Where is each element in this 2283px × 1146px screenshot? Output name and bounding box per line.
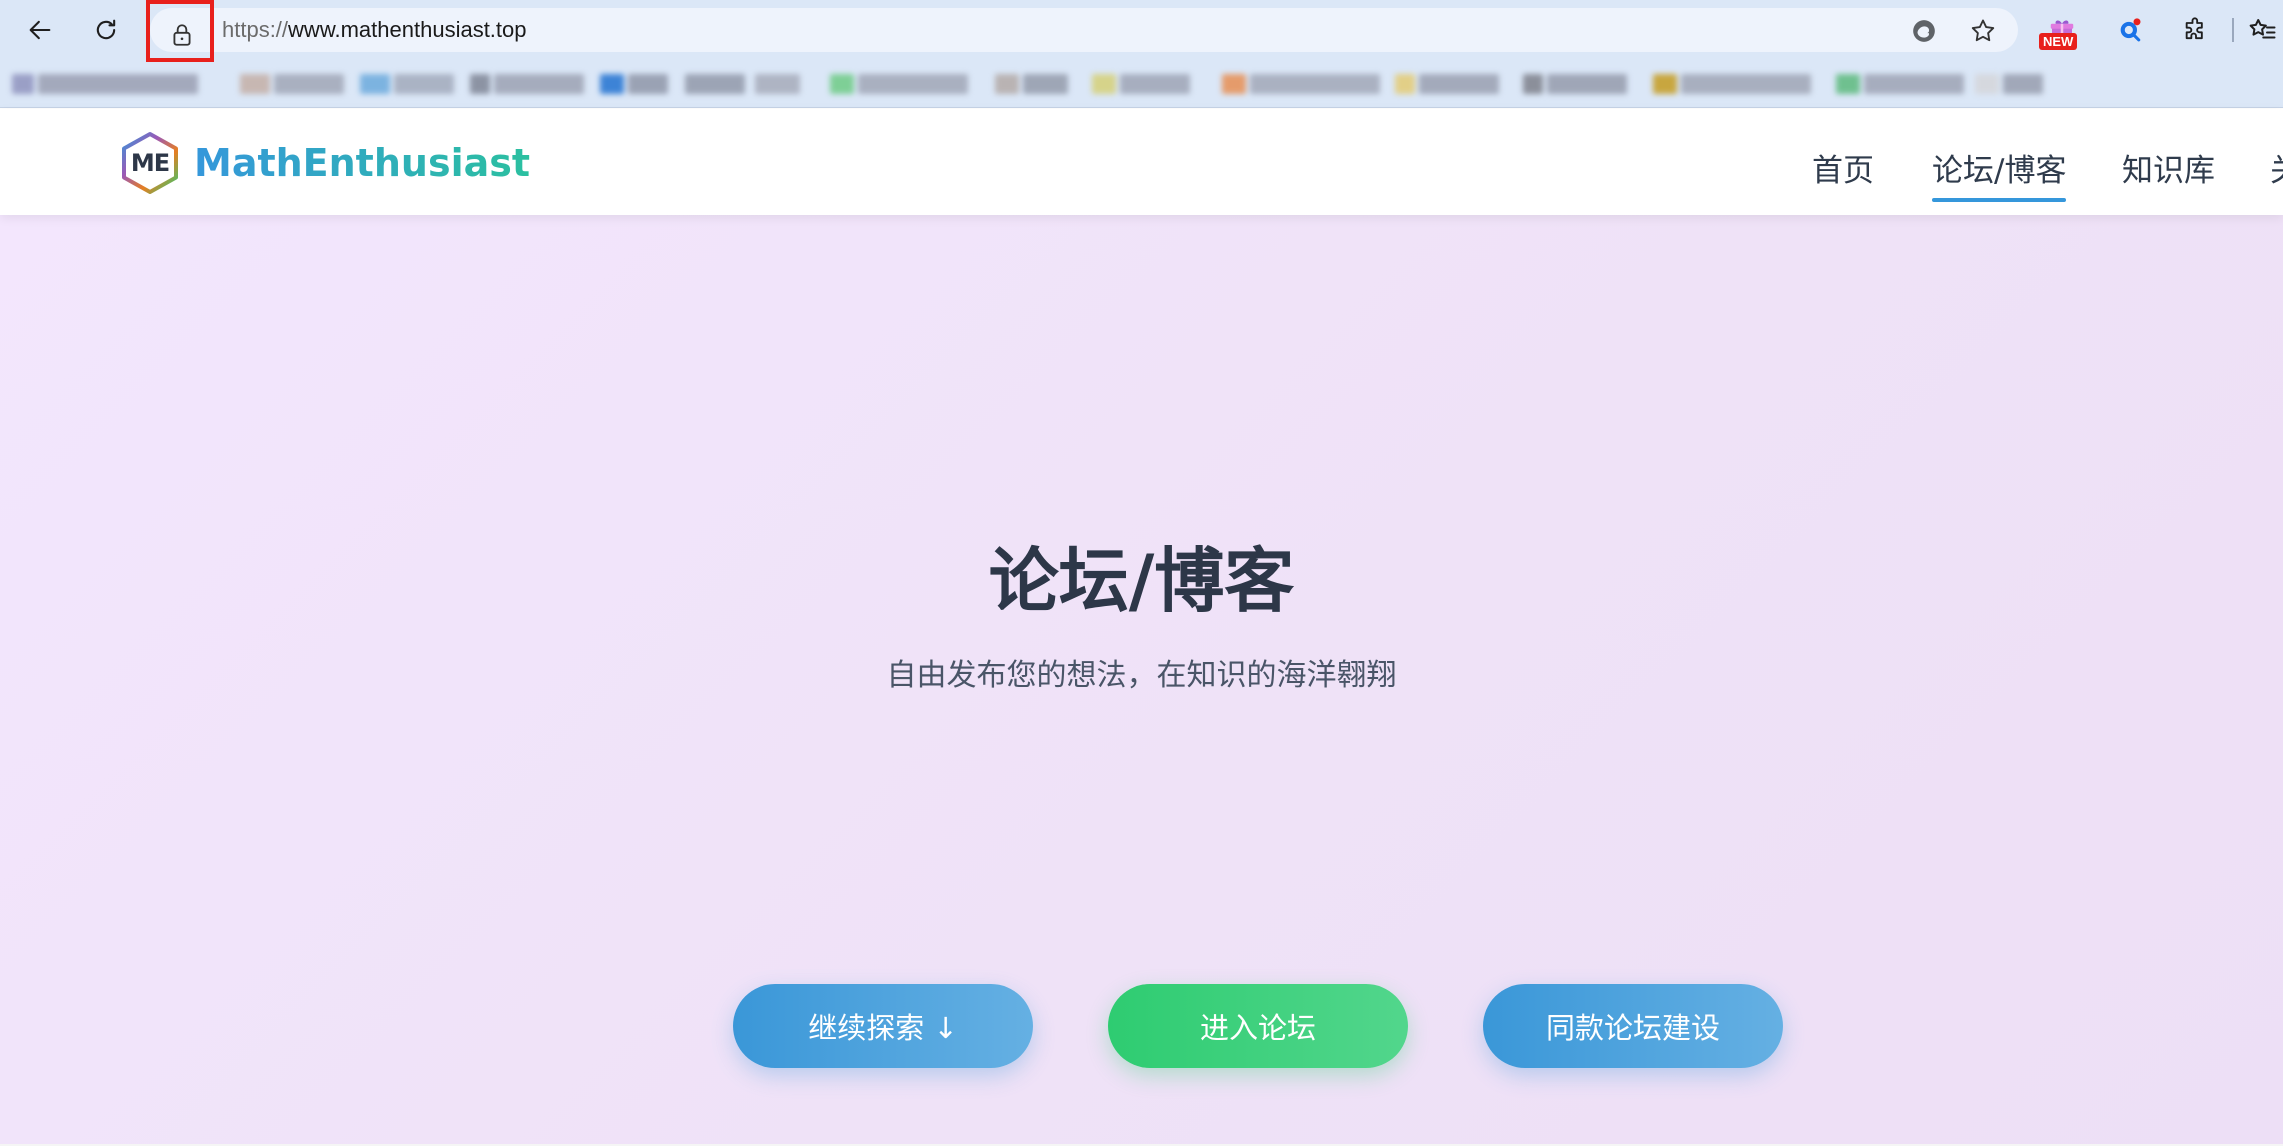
search-extension-button[interactable] — [2108, 8, 2152, 52]
back-button[interactable] — [18, 8, 62, 52]
bookmark-item[interactable] — [1523, 70, 1627, 98]
search-extension-icon — [2120, 18, 2141, 42]
site-info-button[interactable] — [150, 5, 214, 65]
url-host: www.mathenthusiast.top — [288, 17, 527, 42]
favorite-button[interactable] — [1966, 14, 2000, 48]
toolbar-divider — [2232, 18, 2234, 42]
bookmark-item[interactable] — [1653, 70, 1811, 98]
reload-icon — [96, 19, 116, 40]
forum-build-button[interactable]: 同款论坛建设 — [1483, 984, 1783, 1068]
page-title: 论坛/博客 — [988, 540, 1295, 622]
bookmark-item[interactable] — [755, 70, 800, 98]
address-bar[interactable]: https://www.mathenthusiast.top — [150, 8, 2018, 52]
bookmark-item[interactable] — [685, 70, 745, 98]
continue-explore-button[interactable]: 继续探索 ↓ — [733, 984, 1033, 1068]
site-header: ME MathEnthusiast 首页 论坛/博客 知识库 关 — [0, 109, 2283, 215]
bookmark-item[interactable] — [1092, 70, 1190, 98]
page-subtitle: 自由发布您的想法，在知识的海洋翱翔 — [886, 658, 1397, 693]
browser-toolbar: https://www.mathenthusiast.top NEW — [0, 0, 2283, 62]
nav-item-forum-blog[interactable]: 论坛/博客 — [1932, 145, 2067, 202]
reload-button[interactable] — [84, 8, 128, 52]
bookmark-item[interactable] — [600, 70, 668, 98]
bookmark-item[interactable] — [995, 70, 1068, 98]
read-aloud-button[interactable] — [1907, 14, 1941, 48]
bookmark-item[interactable] — [360, 70, 454, 98]
bookmarks-bar — [0, 60, 2283, 108]
bookmark-item[interactable] — [1836, 70, 1964, 98]
url-protocol: https:// — [222, 17, 289, 42]
puzzle-icon — [2185, 17, 2203, 40]
favorites-list-icon — [2249, 19, 2276, 39]
logo-mark: ME — [130, 149, 170, 177]
bookmark-item[interactable] — [1975, 70, 2043, 98]
bookmark-item[interactable] — [1222, 70, 1380, 98]
bookmark-item[interactable] — [240, 70, 344, 98]
edge-read-icon — [1913, 20, 1935, 42]
nav-item-knowledge-base[interactable]: 知识库 — [2122, 145, 2215, 190]
extensions-button[interactable] — [2174, 8, 2218, 52]
bookmark-item[interactable] — [12, 70, 198, 98]
enter-forum-button[interactable]: 进入论坛 — [1108, 984, 1408, 1068]
bookmark-item[interactable] — [470, 70, 584, 98]
new-badge: NEW — [2039, 33, 2078, 50]
nav-item-home[interactable]: 首页 — [1812, 145, 1874, 190]
url-text[interactable]: https://www.mathenthusiast.top — [222, 8, 527, 52]
site-logo[interactable]: ME MathEnthusiast — [120, 131, 530, 195]
back-arrow-icon — [29, 20, 51, 40]
bookmark-item[interactable] — [830, 70, 968, 98]
logo-text: MathEnthusiast — [194, 141, 531, 185]
lock-icon — [173, 24, 191, 46]
favorites-menu-button[interactable] — [2240, 8, 2283, 52]
nav-item-about[interactable]: 关 — [2270, 145, 2283, 190]
bookmark-item[interactable] — [1395, 70, 1499, 98]
star-icon — [1971, 19, 1995, 42]
